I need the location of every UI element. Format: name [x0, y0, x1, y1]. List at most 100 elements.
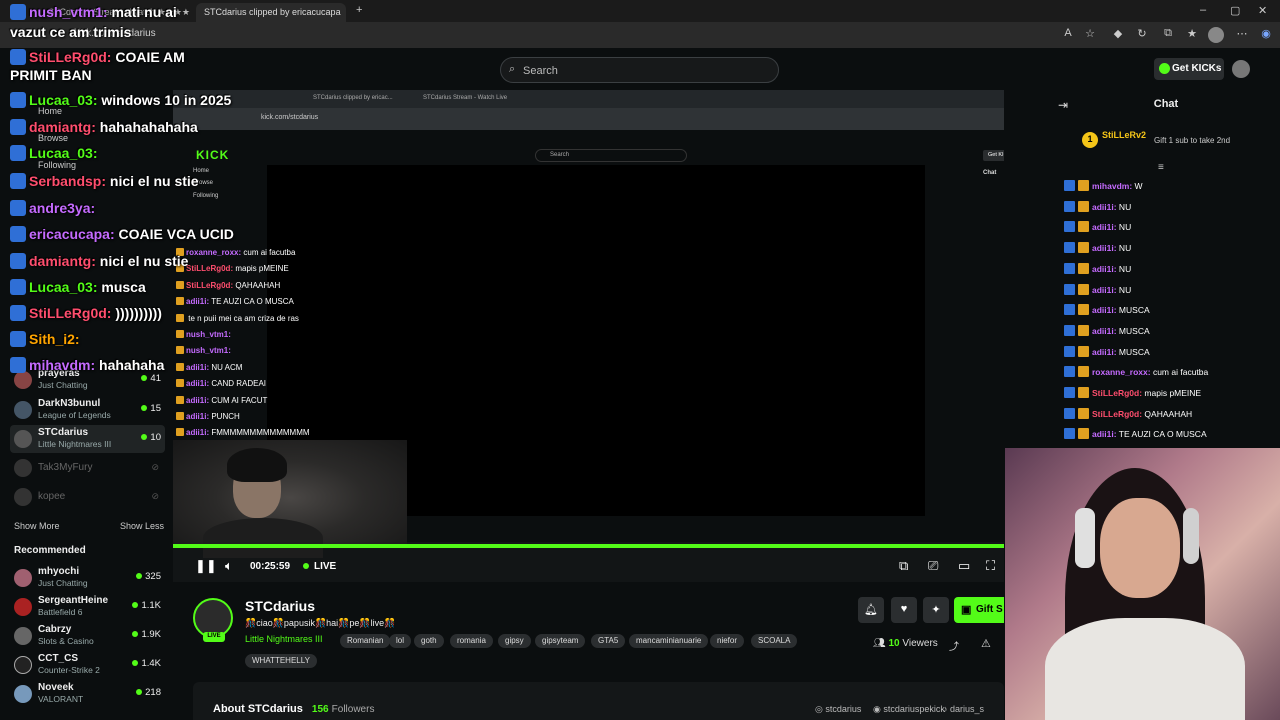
- social-discord[interactable]: ◉ stcdariuspekick: [873, 704, 945, 715]
- channel-name[interactable]: STCdarius: [245, 598, 315, 614]
- picture-in-picture-icon[interactable]: ⧉: [899, 558, 908, 574]
- overlay-badge-icon: [10, 145, 26, 161]
- nav-following[interactable]: Following: [38, 160, 76, 170]
- video-player[interactable]: STCdarius clipped by ericac... STCdarius…: [173, 90, 1004, 582]
- close-window-icon[interactable]: ✕: [1258, 4, 1267, 17]
- chat-username[interactable]: StiLLeRg0d:: [1092, 388, 1142, 398]
- overlay-chat-message: Lucaa_03:: [10, 145, 97, 161]
- sidebar-channel-darkn3bunul[interactable]: DarkN3bunul League of Legends 15: [10, 396, 165, 424]
- chat-username[interactable]: mihavdm:: [1092, 181, 1132, 191]
- inner-search: Search: [535, 149, 687, 162]
- tag-chip[interactable]: gipsyteam: [535, 634, 586, 648]
- sidebar-recommended-noveek[interactable]: Noveek VALORANT 218: [10, 680, 165, 708]
- search-input[interactable]: ⌕ Search: [500, 57, 779, 83]
- chat-username[interactable]: adii1i:: [1092, 305, 1117, 315]
- sidebar-recommended-cct-cs[interactable]: CCT_CS Counter-Strike 2 1.4K: [10, 651, 165, 679]
- minimize-icon[interactable]: –: [1200, 4, 1206, 16]
- sidebar-recommended-cabrzy[interactable]: Cabrzy Slots & Casino 1.9K: [10, 622, 165, 650]
- tag-chip[interactable]: SCOALA: [751, 634, 798, 648]
- inner-badge-icon: [176, 346, 184, 355]
- chat-username[interactable]: adii1i:: [1092, 347, 1117, 357]
- sidebar-channel-stcdarius[interactable]: STCdarius Little Nightmares III 10: [10, 425, 165, 453]
- refresh-icon[interactable]: ↻: [1134, 27, 1150, 43]
- extension-icon[interactable]: ◆: [1110, 27, 1126, 43]
- share-icon[interactable]: ⤴: [949, 638, 959, 653]
- maximize-icon[interactable]: ▢: [1230, 4, 1240, 17]
- progress-bar[interactable]: [173, 544, 1004, 548]
- social-tiktok[interactable]: ♪ darius_s: [943, 704, 984, 714]
- chat-text: NU: [1116, 201, 1132, 212]
- chat-username[interactable]: adii1i:: [1092, 264, 1117, 274]
- get-kicks-button[interactable]: Get KICKs: [1154, 58, 1224, 80]
- chat-username[interactable]: adii1i:: [1092, 326, 1117, 336]
- menu-dots-icon[interactable]: ⋯: [1234, 27, 1250, 43]
- facecam-shirt: [1045, 618, 1245, 720]
- gift-prompt[interactable]: Gift 1 sub to take 2nd: [1154, 136, 1230, 145]
- tag-chip[interactable]: niefor: [710, 634, 745, 648]
- show-more-button[interactable]: Show More: [14, 521, 60, 531]
- verified-badge-icon: [1064, 304, 1075, 316]
- chat-message: roxanne_roxx: cum ai facutba: [1064, 366, 1208, 378]
- favorite-star-icon[interactable]: ☆: [1082, 27, 1098, 43]
- gift-leaderboard: 1 StiLLeRv2 Gift 1 sub to take 2nd: [1082, 128, 1272, 158]
- read-aloud-icon[interactable]: A: [1060, 27, 1076, 43]
- tag-chip[interactable]: gipsy: [498, 634, 531, 648]
- split-icon[interactable]: ⧉: [1160, 27, 1176, 43]
- inner-chat-username: nush_vtm1:: [186, 346, 231, 356]
- chat-username[interactable]: adii1i:: [1092, 429, 1117, 439]
- rank-badge-icon: 1: [1082, 132, 1098, 148]
- kicks-icon[interactable]: ✦: [923, 597, 949, 623]
- notification-bell-icon[interactable]: 🔔︎: [858, 597, 884, 623]
- inner-chat-message: adii1i: NU ACM: [176, 362, 242, 372]
- overlay-username: ericacucapa:: [29, 226, 119, 242]
- volume-icon[interactable]: 🔈︎: [225, 558, 233, 574]
- new-tab-icon[interactable]: +: [356, 4, 362, 16]
- fullscreen-icon[interactable]: ⛶: [986, 558, 995, 574]
- chat-username[interactable]: adii1i:: [1092, 285, 1117, 295]
- inner-chat-text: mapis pMEINE: [233, 264, 289, 274]
- chat-text: MUSCA: [1116, 346, 1150, 357]
- tag-chip[interactable]: Romanian: [340, 634, 391, 648]
- profile-icon[interactable]: [1208, 27, 1224, 43]
- chat-username[interactable]: adii1i:: [1092, 243, 1117, 253]
- avatar: [14, 459, 32, 477]
- report-icon[interactable]: ⚠: [981, 637, 991, 650]
- sidebar-channel-offline[interactable]: Tak3MyFury ⊘: [10, 454, 165, 482]
- chat-filter-icon[interactable]: ≡: [1158, 162, 1164, 173]
- search-placeholder: Search: [523, 65, 558, 77]
- chat-username[interactable]: adii1i:: [1092, 202, 1117, 212]
- tag-chip[interactable]: lol: [389, 634, 412, 648]
- tag-chip[interactable]: GTA5: [591, 634, 626, 648]
- theater-mode-icon[interactable]: ▭: [958, 558, 970, 574]
- pause-icon[interactable]: ❚❚: [195, 558, 217, 574]
- user-avatar[interactable]: [1232, 60, 1250, 78]
- clip-icon[interactable]: ⎚: [928, 558, 938, 574]
- overlay-chat-message: damiantg: nici el nu stie: [10, 253, 188, 269]
- show-less-button[interactable]: Show Less: [120, 521, 164, 531]
- inner-chat-username: roxanne_roxx:: [186, 248, 242, 257]
- copilot-icon[interactable]: ◉: [1258, 27, 1274, 43]
- stream-category[interactable]: Little Nightmares III: [245, 634, 323, 644]
- chat-username[interactable]: roxanne_roxx:: [1092, 367, 1151, 377]
- offline-icon: ⊘: [151, 491, 159, 501]
- overlay-badge-icon: [10, 305, 26, 321]
- collections-icon[interactable]: ★: [1184, 27, 1200, 43]
- viewer-count: 1.4K: [132, 658, 161, 669]
- chat-username[interactable]: StiLLeRg0d:: [1092, 409, 1142, 419]
- browser-tab-clip[interactable]: STCdarius clipped by ericacucapa: [196, 3, 346, 22]
- chat-title: Chat: [1153, 98, 1179, 110]
- gift-sub-button[interactable]: ▣ Gift S: [954, 597, 1004, 623]
- sidebar-channel-offline[interactable]: kopee ⊘: [10, 483, 165, 511]
- chat-username[interactable]: adii1i:: [1092, 222, 1117, 232]
- tag-chip[interactable]: romania: [450, 634, 493, 648]
- tag-chip[interactable]: WHATTEHELLY: [245, 654, 317, 668]
- inner-badge-icon: [176, 395, 184, 404]
- follow-heart-icon[interactable]: ♥: [891, 597, 917, 623]
- sidebar-recommended-sergeantheine[interactable]: SergeantHeine Battlefield 6 1.1K: [10, 593, 165, 621]
- tag-chip[interactable]: goth: [414, 634, 444, 648]
- player-controls: ❚❚ 🔈︎ 00:25:59 LIVE ⧉ ⎚ ▭ ⛶: [173, 552, 1004, 582]
- sidebar-recommended-mhyochi[interactable]: mhyochi Just Chatting 325: [10, 564, 165, 592]
- social-instagram[interactable]: ◎ stcdarius: [815, 704, 861, 715]
- offline-icon: ⊘: [151, 462, 159, 472]
- tag-chip[interactable]: mancaminianuarie: [629, 634, 709, 648]
